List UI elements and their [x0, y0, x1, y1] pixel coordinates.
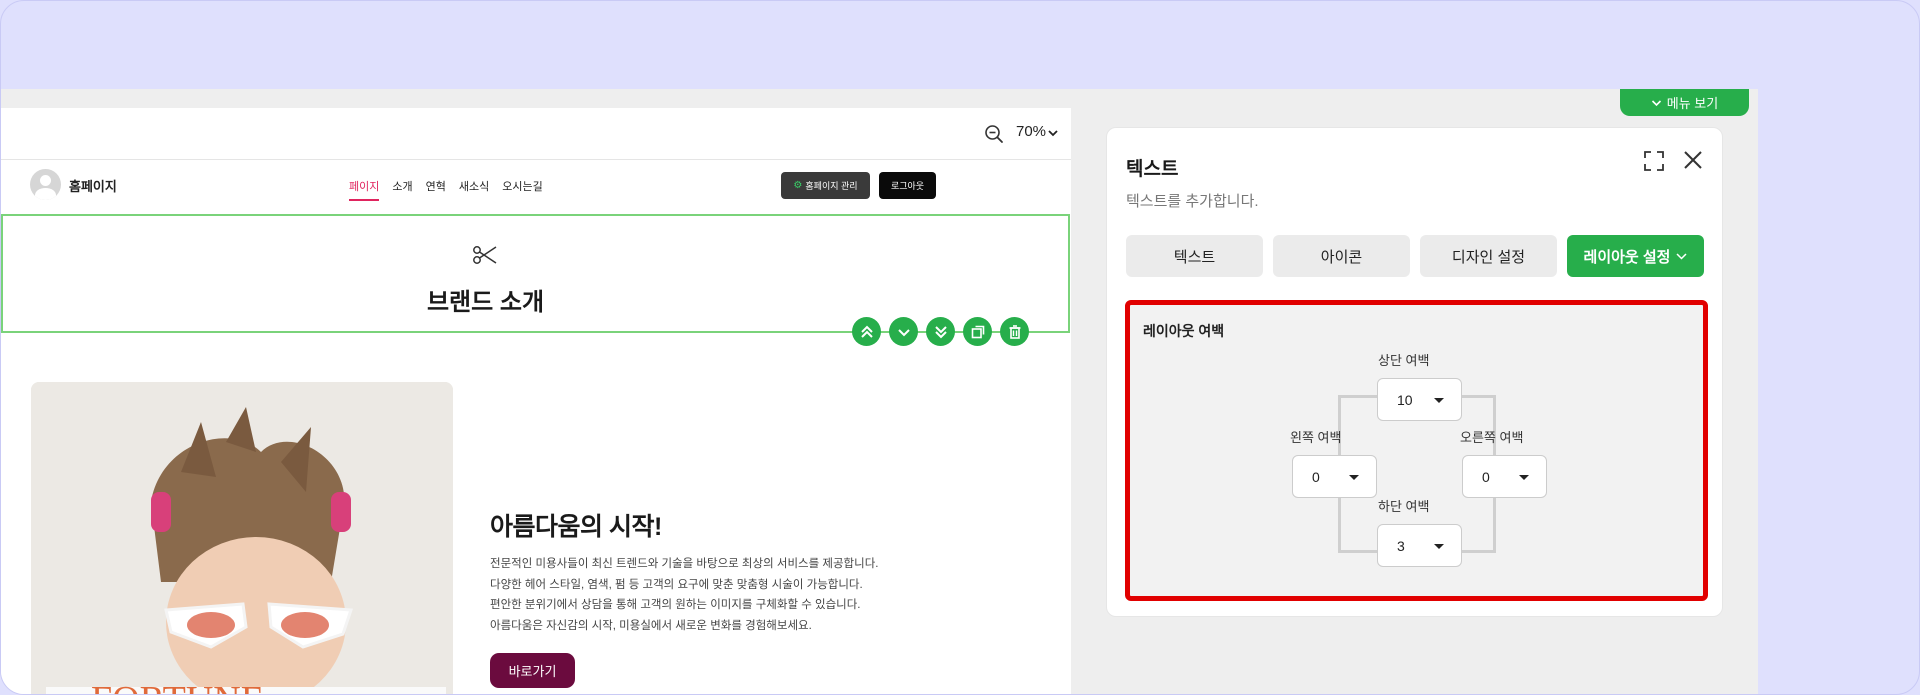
right-margin-select[interactable]: 0 — [1462, 455, 1547, 498]
layout-margin-section: 레이아웃 여백 상단 여백 10 왼쪽 여백 0 오른쪽 여백 0 하단 여백 … — [1125, 300, 1708, 601]
left-margin-select[interactable]: 0 — [1292, 455, 1377, 498]
chevron-down-icon — [1676, 252, 1688, 260]
double-chevron-down-icon — [934, 325, 947, 338]
layout-margin-label: 레이아웃 여백 — [1143, 323, 1225, 339]
caret-down-icon — [1519, 475, 1529, 480]
top-margin-value: 10 — [1397, 391, 1413, 408]
nav-item-directions[interactable]: 오시는길 — [502, 178, 542, 201]
tab-design-settings[interactable]: 디자인 설정 — [1420, 235, 1557, 277]
hero-cta-button[interactable]: 바로가기 — [490, 653, 575, 688]
top-margin-label: 상단 여백 — [1378, 353, 1430, 368]
bottom-margin-label: 하단 여백 — [1378, 499, 1430, 514]
hero-image-text: FORTUNE — [91, 679, 264, 695]
chevron-down-icon — [1651, 99, 1661, 106]
hero-photo: FORTUNE — [31, 382, 453, 695]
delete-button[interactable] — [1000, 317, 1029, 346]
right-margin-value: 0 — [1482, 468, 1490, 485]
trash-icon — [1009, 324, 1020, 339]
panel-title: 텍스트 — [1126, 159, 1179, 180]
left-margin-label: 왼쪽 여백 — [1290, 430, 1342, 445]
site-nav: 페이지 소개 연혁 새소식 오시는길 — [349, 178, 543, 201]
move-down-button[interactable] — [889, 317, 918, 346]
menu-toggle-label: 메뉴 보기 — [1666, 96, 1719, 111]
hero-body-line: 다양한 헤어 스타일, 염색, 펌 등 고객의 요구에 맞춘 맞춤형 시술이 가… — [490, 578, 863, 591]
hero-body[interactable]: 전문적인 미용사들이 최신 트렌드와 기술을 바탕으로 최상의 서비스를 제공합… — [490, 554, 930, 636]
zoom-bar: 70% — [1, 108, 1071, 160]
left-margin-value: 0 — [1312, 468, 1320, 485]
site-header: 홈페이지 페이지 소개 연혁 새소식 오시는길 ⚙ 홈페이지 관리 로그아웃 — [1, 160, 1071, 214]
zoom-level[interactable]: 70% — [1016, 123, 1046, 140]
hero-title[interactable]: 아름다움의 시작! — [490, 507, 662, 543]
nav-item-page[interactable]: 페이지 — [349, 178, 380, 201]
panel-subtitle: 텍스트를 추가합니다. — [1126, 193, 1259, 210]
bottom-margin-value: 3 — [1397, 537, 1405, 554]
close-icon[interactable] — [1682, 149, 1704, 171]
nav-item-history[interactable]: 연혁 — [426, 178, 446, 201]
chevron-down-icon[interactable] — [1047, 128, 1059, 138]
section-title[interactable]: 브랜드 소개 — [3, 282, 968, 317]
homepage-admin-label: 홈페이지 관리 — [805, 181, 858, 191]
expand-icon[interactable] — [1643, 150, 1665, 172]
hero-image[interactable]: FORTUNE — [31, 382, 453, 695]
hero-body-line: 편안한 분위기에서 상담을 통해 고객의 원하는 이미지를 구체화할 수 있습니… — [490, 599, 861, 611]
zoom-out-icon[interactable] — [984, 124, 1004, 144]
selected-section[interactable]: 브랜드 소개 — [1, 214, 1070, 333]
tab-text[interactable]: 텍스트 — [1126, 235, 1263, 277]
homepage-admin-button[interactable]: ⚙ 홈페이지 관리 — [781, 172, 870, 199]
menu-toggle-button[interactable]: 메뉴 보기 — [1620, 89, 1749, 116]
move-top-button[interactable] — [852, 317, 881, 346]
double-chevron-up-icon — [860, 325, 873, 338]
app-frame: 70% 홈페이지 페이지 소개 연혁 새소식 오시는길 ⚙ 홈페이지 관리 로그… — [0, 0, 1920, 695]
chevron-down-icon — [897, 328, 910, 336]
caret-down-icon — [1434, 544, 1444, 549]
move-bottom-button[interactable] — [926, 317, 955, 346]
site-brand[interactable]: 홈페이지 — [69, 176, 117, 195]
hero-body-line: 전문적인 미용사들이 최신 트렌드와 기술을 바탕으로 최상의 서비스를 제공합… — [490, 558, 879, 570]
tab-layout-settings[interactable]: 레이아웃 설정 — [1567, 235, 1704, 277]
caret-down-icon — [1434, 398, 1444, 403]
scissors-icon — [473, 246, 497, 264]
top-margin-select[interactable]: 10 — [1377, 378, 1462, 421]
nav-item-news[interactable]: 새소식 — [459, 178, 489, 201]
bottom-margin-select[interactable]: 3 — [1377, 524, 1462, 567]
caret-down-icon — [1349, 475, 1359, 480]
section-toolbar — [852, 317, 1029, 346]
tab-icon[interactable]: 아이콘 — [1273, 235, 1410, 277]
text-settings-panel: 텍스트 텍스트를 추가합니다. 텍스트 아이콘 디자인 설정 레이아웃 설정 레… — [1106, 127, 1723, 617]
right-margin-label: 오른쪽 여백 — [1460, 430, 1524, 445]
avatar — [30, 169, 61, 200]
hero-body-line: 아름다움은 자신감의 시작, 미용실에서 새로운 변화를 경험해보세요. — [490, 619, 812, 632]
logout-button[interactable]: 로그아웃 — [879, 172, 936, 199]
nav-item-about[interactable]: 소개 — [392, 178, 412, 201]
duplicate-button[interactable] — [963, 317, 992, 346]
gear-icon: ⚙ — [793, 180, 803, 191]
tab-layout-settings-label: 레이아웃 설정 — [1583, 248, 1671, 266]
copy-icon — [971, 325, 984, 338]
panel-tabs: 텍스트 아이콘 디자인 설정 레이아웃 설정 — [1126, 235, 1704, 277]
page-canvas: 70% 홈페이지 페이지 소개 연혁 새소식 오시는길 ⚙ 홈페이지 관리 로그… — [1, 108, 1071, 695]
